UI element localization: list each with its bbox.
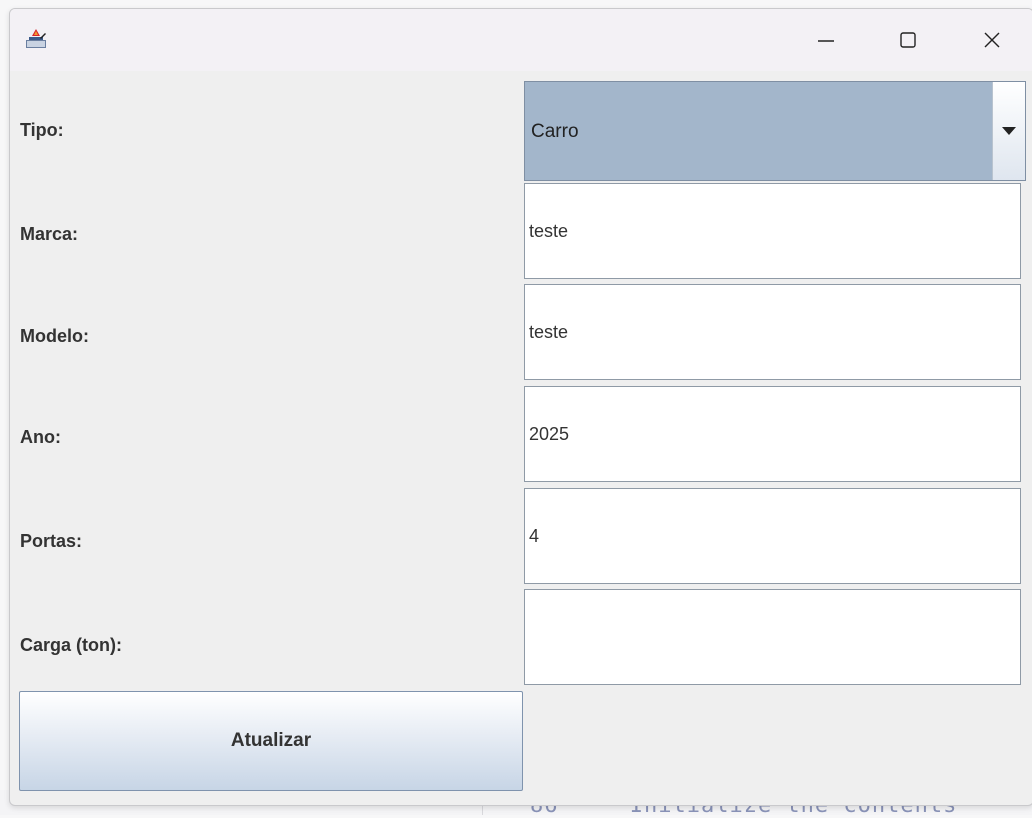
portas-field[interactable] — [524, 488, 1021, 584]
portas-input[interactable] — [529, 525, 1020, 547]
minimize-button[interactable] — [796, 9, 856, 71]
app-window: Tipo: Carro Marca: Modelo: Ano: Portas: … — [9, 8, 1032, 806]
marca-label: Marca: — [20, 224, 79, 244]
maximize-icon — [900, 32, 916, 48]
carga-label: Carga (ton): — [20, 635, 122, 655]
tipo-combobox[interactable]: Carro — [524, 81, 1026, 181]
marca-field[interactable] — [524, 183, 1021, 279]
atualizar-button[interactable]: Atualizar — [19, 691, 523, 791]
minimize-icon — [818, 40, 834, 42]
marca-input[interactable] — [529, 220, 1020, 242]
modelo-label: Modelo: — [20, 326, 89, 346]
close-button[interactable] — [962, 9, 1022, 71]
portas-label: Portas: — [20, 531, 83, 551]
carga-input[interactable] — [529, 626, 1020, 648]
carga-field[interactable] — [524, 589, 1021, 685]
modelo-input[interactable] — [529, 321, 1020, 343]
ano-field[interactable] — [524, 386, 1021, 482]
close-icon — [984, 32, 1000, 48]
ano-label: Ano: — [20, 427, 61, 447]
ano-input[interactable] — [529, 423, 1020, 445]
modelo-field[interactable] — [524, 284, 1021, 380]
chevron-down-icon — [1002, 127, 1016, 135]
maximize-button[interactable] — [878, 9, 938, 71]
tipo-selected-value: Carro — [531, 121, 579, 142]
dropdown-arrow-button[interactable] — [992, 82, 1025, 180]
form-panel: Tipo: Carro Marca: Modelo: Ano: Portas: … — [10, 71, 1032, 805]
java-app-icon — [25, 27, 47, 49]
tipo-label: Tipo: — [20, 120, 64, 140]
title-bar[interactable] — [10, 9, 1032, 71]
